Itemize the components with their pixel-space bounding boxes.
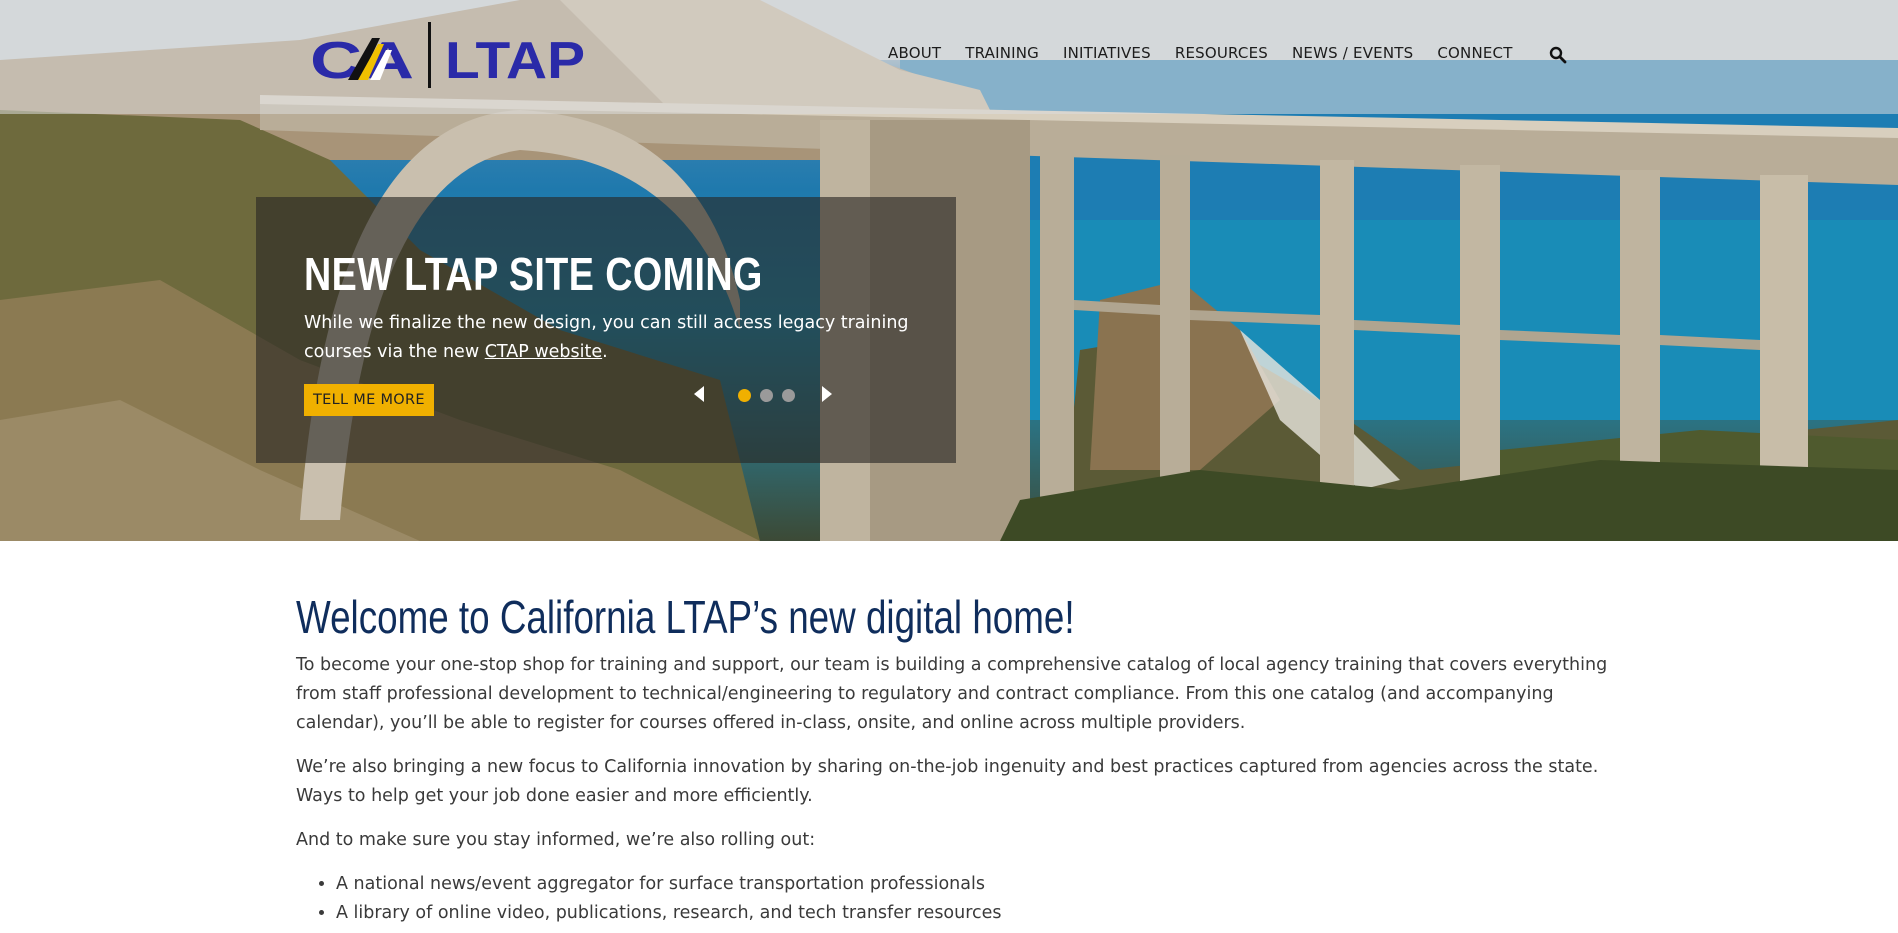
hero-banner: CA LTAP ABOUT TRAINING INITIATIVES RESOU… [0,0,1898,541]
innovation-paragraph: We’re also bringing a new focus to Calif… [296,757,1599,806]
hero-text-end: . [602,342,608,362]
carousel-controls [694,382,834,406]
ca-ltap-logo[interactable]: CA LTAP [308,20,588,92]
main-nav: ABOUT TRAINING INITIATIVES RESOURCES NEW… [888,44,1537,62]
next-arrow-icon[interactable] [820,386,832,402]
carousel-dot-1[interactable] [738,389,751,402]
rollout-list: A national news/event aggregator for sur… [296,870,1616,928]
ctap-website-link[interactable]: CTAP website [485,342,602,362]
nav-news-events[interactable]: NEWS / EVENTS [1292,44,1413,62]
nav-about[interactable]: ABOUT [888,44,941,62]
nav-initiatives[interactable]: INITIATIVES [1063,44,1151,62]
logo-ltap: LTAP [445,32,585,90]
list-item: A national news/event aggregator for sur… [336,870,1616,899]
nav-connect[interactable]: CONNECT [1437,44,1512,62]
carousel-dot-2[interactable] [760,389,773,402]
search-icon[interactable] [1549,46,1567,64]
intro-paragraph: To become your one-stop shop for trainin… [296,655,1608,733]
hero-slide-panel: NEW LTAP SITE COMING While we finalize t… [256,197,956,463]
rollout-paragraph: And to make sure you stay informed, we’r… [296,830,816,850]
main-content: Welcome to California LTAP’s new digital… [296,590,1616,928]
tell-me-more-button[interactable]: TELL ME MORE [304,384,434,416]
hero-title: NEW LTAP SITE COMING [304,248,763,300]
list-item: A library of online video, publications,… [336,899,1616,928]
hero-text: While we finalize the new design, you ca… [304,309,924,367]
page-title: Welcome to California LTAP’s new digital… [296,591,1075,643]
nav-training[interactable]: TRAINING [965,44,1039,62]
prev-arrow-icon[interactable] [694,386,706,402]
nav-resources[interactable]: RESOURCES [1175,44,1268,62]
carousel-dot-3[interactable] [782,389,795,402]
